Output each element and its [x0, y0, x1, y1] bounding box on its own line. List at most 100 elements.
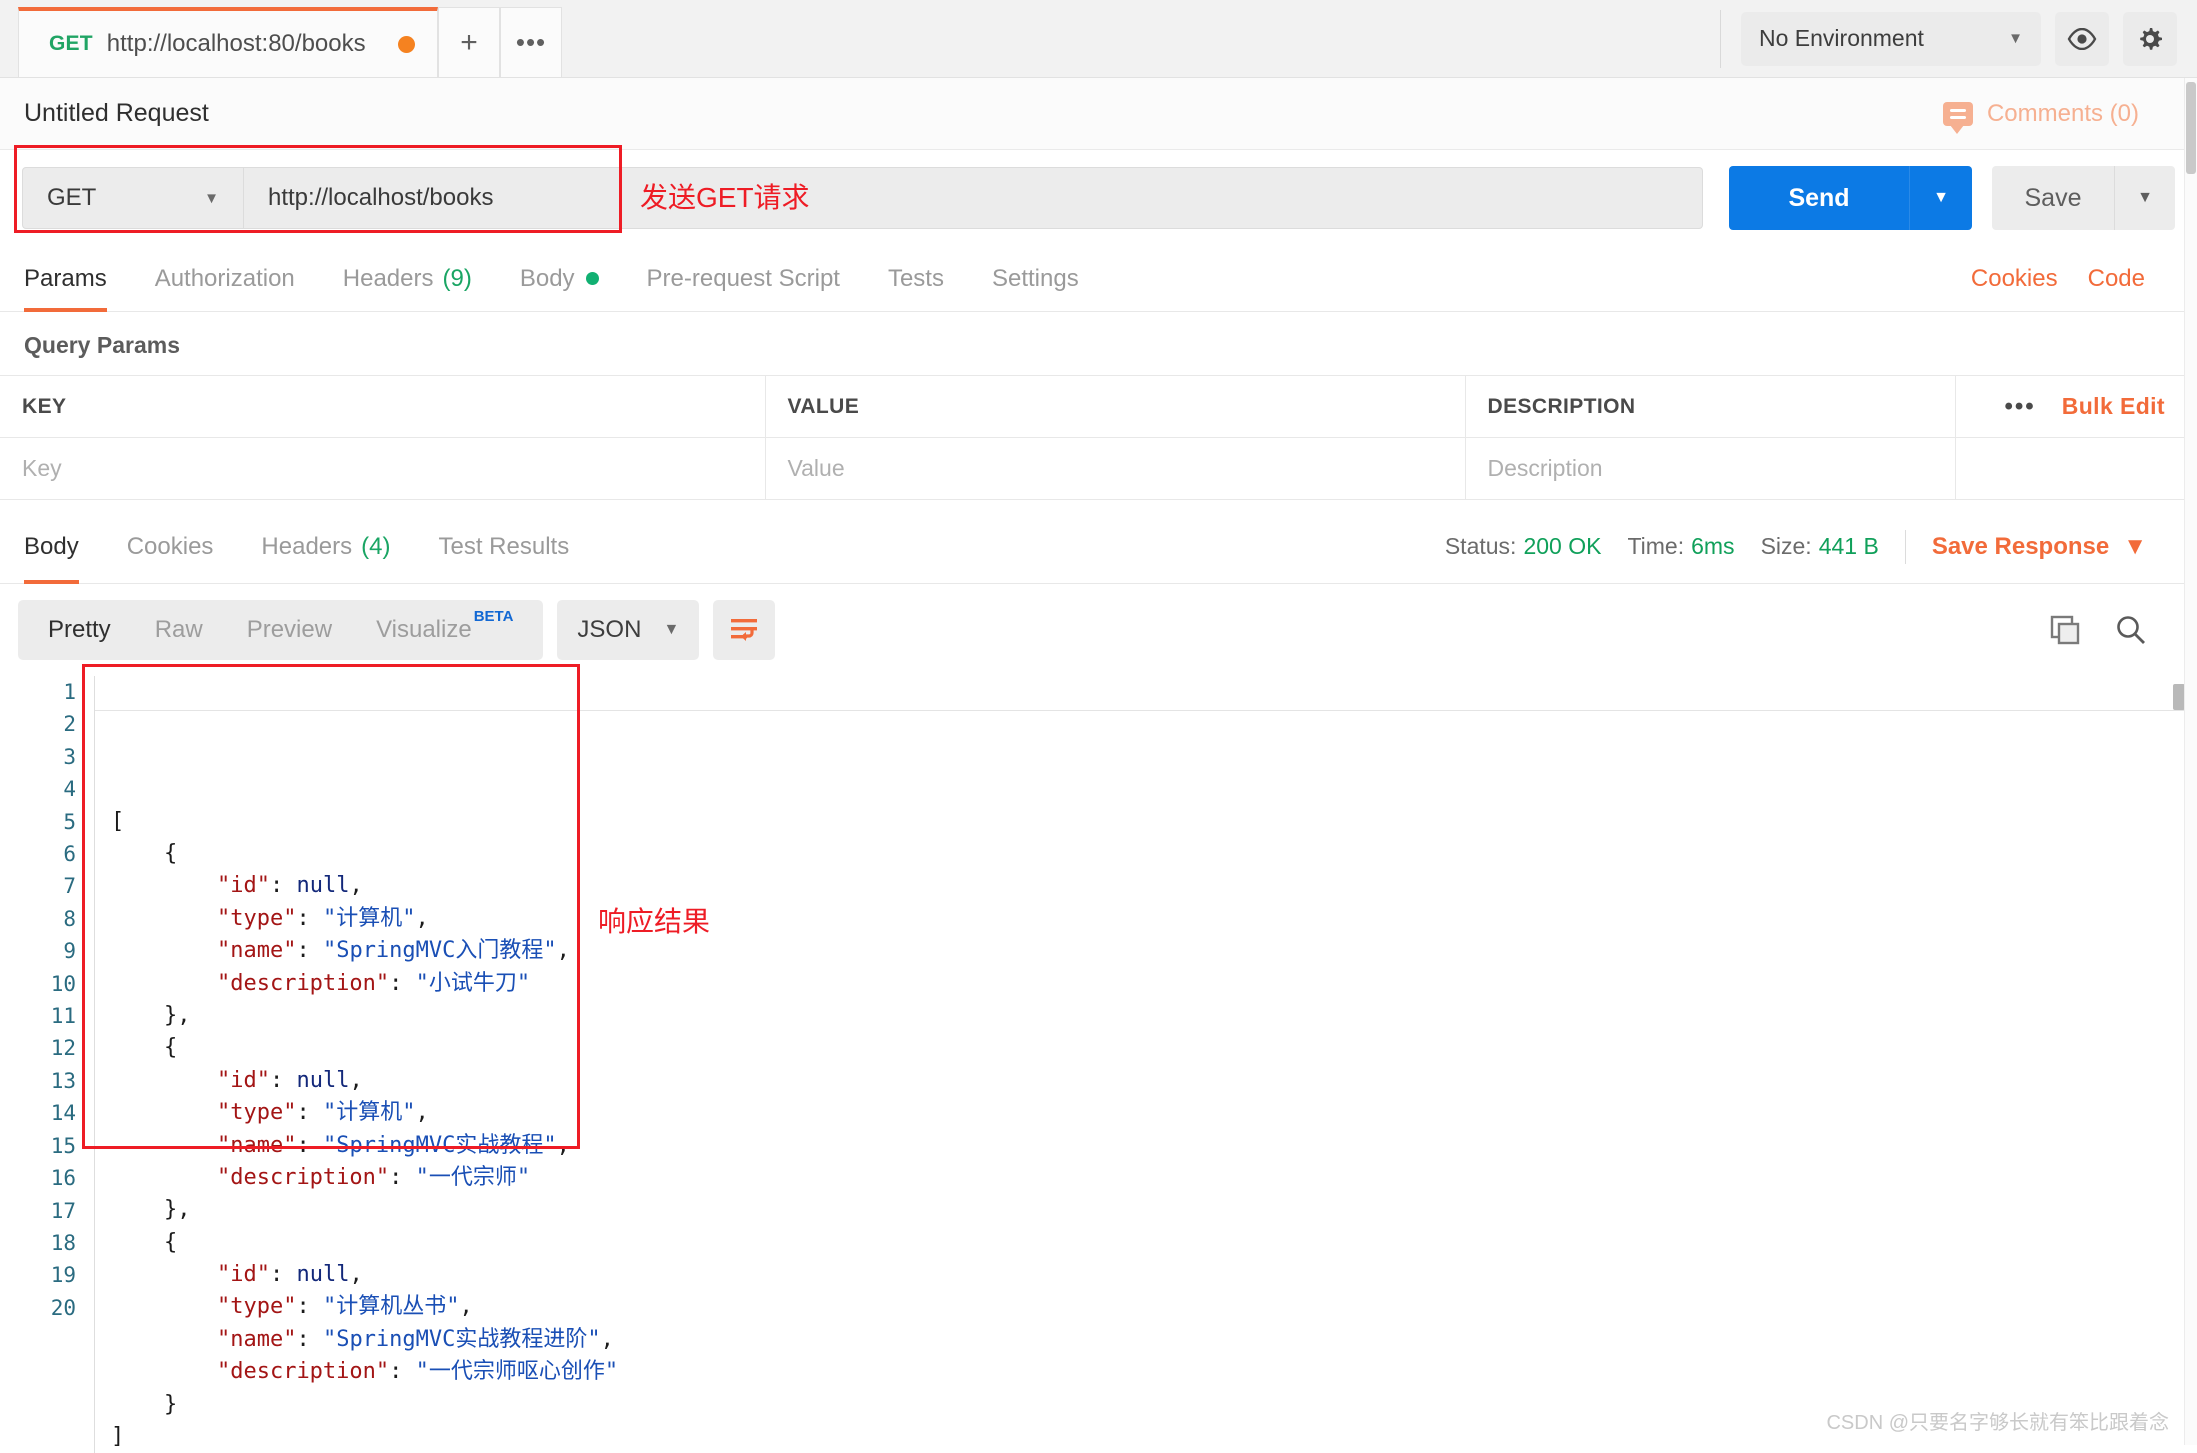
request-tab-params[interactable]: Params — [24, 246, 107, 311]
settings-button[interactable] — [2123, 12, 2177, 66]
code-line: "description": "一代宗师呕心创作" — [111, 1356, 2197, 1388]
code-token: : — [296, 906, 323, 931]
page-title: Untitled Request — [24, 99, 209, 128]
line-number: 9 — [24, 935, 76, 967]
query-params-table: KEY VALUE DESCRIPTION ••• Bulk Edit Key … — [0, 375, 2197, 500]
code-token: , — [415, 1100, 428, 1125]
code-token: { — [111, 1230, 177, 1255]
code-line: { — [111, 838, 2197, 870]
code-token: : — [270, 1068, 297, 1093]
line-number: 4 — [24, 773, 76, 805]
response-tab-body[interactable]: Body — [24, 510, 79, 583]
search-icon[interactable] — [2115, 614, 2147, 646]
code-token — [111, 1327, 217, 1352]
param-value-input[interactable]: Value — [765, 438, 1465, 500]
code-link[interactable]: Code — [2088, 265, 2145, 293]
format-tab-visualize[interactable]: Visualize BETA — [354, 600, 535, 660]
request-tab-settings[interactable]: Settings — [992, 246, 1079, 311]
request-tab-headers[interactable]: Headers (9) — [343, 246, 472, 311]
code-token: , — [459, 1294, 472, 1319]
word-wrap-button[interactable] — [713, 600, 775, 660]
http-method-select[interactable]: GET ▼ — [22, 167, 244, 229]
code-line: "type": "计算机丛书", — [111, 1291, 2197, 1323]
param-key-input[interactable]: Key — [0, 438, 765, 500]
response-tab-body-label: Body — [24, 533, 79, 561]
tab-bar-left: GET http://localhost:80/books + ••• — [0, 0, 562, 77]
page-scrollbar[interactable] — [2184, 78, 2197, 1445]
table-header-row: KEY VALUE DESCRIPTION ••• Bulk Edit — [0, 376, 2197, 438]
save-response-button[interactable]: Save Response ▼ — [1932, 533, 2147, 561]
line-number: 3 — [24, 741, 76, 773]
comment-bubble-icon — [1943, 102, 1973, 126]
request-tab-authorization[interactable]: Authorization — [155, 246, 295, 311]
response-tab-test-results[interactable]: Test Results — [438, 510, 569, 583]
bulk-edit-button[interactable]: Bulk Edit — [2062, 393, 2165, 420]
request-tab-method: GET — [49, 32, 93, 56]
response-tab-cookies[interactable]: Cookies — [127, 510, 214, 583]
toolbar-divider — [1720, 10, 1721, 68]
comments-button[interactable]: Comments (0) — [1943, 100, 2173, 128]
send-button[interactable]: Send — [1729, 166, 1909, 230]
line-number: 11 — [24, 1000, 76, 1032]
format-tab-visualize-label: Visualize — [376, 600, 472, 660]
column-header-key: KEY — [0, 376, 765, 438]
format-tab-raw[interactable]: Raw — [133, 600, 225, 660]
code-token: null — [296, 873, 349, 898]
code-token: "type" — [217, 1100, 296, 1125]
code-token: : — [296, 1133, 323, 1158]
request-tab-links: Cookies Code — [1971, 265, 2173, 293]
send-options-button[interactable]: ▼ — [1909, 166, 1972, 230]
copy-icon[interactable] — [2049, 614, 2081, 646]
save-button[interactable]: Save — [1992, 166, 2114, 230]
code-token: { — [111, 1035, 177, 1060]
code-line: "type": "计算机", — [111, 1097, 2197, 1129]
response-body-code[interactable]: [ { "id": null, "type": "计算机", "name": "… — [94, 676, 2197, 1453]
code-token: "description" — [217, 1359, 389, 1384]
code-token: "SpringMVC实战教程进阶" — [323, 1327, 601, 1352]
url-input[interactable]: http://localhost/books — [244, 167, 1703, 229]
beta-badge: BETA — [474, 600, 514, 634]
environment-selector[interactable]: No Environment ▼ — [1741, 12, 2041, 66]
code-line: { — [111, 1032, 2197, 1064]
code-token: : — [296, 1327, 323, 1352]
code-line: }, — [111, 1000, 2197, 1032]
response-tabs: Body Cookies Headers (4) Test Results St… — [0, 510, 2197, 584]
code-token — [111, 1359, 217, 1384]
code-token: : — [389, 1165, 416, 1190]
response-tab-headers[interactable]: Headers (4) — [261, 510, 390, 583]
query-params-title: Query Params — [0, 312, 2197, 375]
line-number: 6 — [24, 838, 76, 870]
response-tab-headers-label: Headers — [261, 533, 352, 561]
format-tab-pretty[interactable]: Pretty — [26, 600, 133, 660]
format-tab-preview[interactable]: Preview — [225, 600, 354, 660]
params-options-button[interactable]: ••• — [2005, 393, 2036, 421]
tab-bar-right: No Environment ▼ — [1720, 0, 2197, 77]
new-tab-button[interactable]: + — [438, 7, 500, 77]
environment-quick-look-button[interactable] — [2055, 12, 2109, 66]
request-tab-settings-label: Settings — [992, 265, 1079, 293]
code-token — [111, 971, 217, 996]
watermark: CSDN @只要名字够长就有笨比跟着念 — [1826, 1406, 2169, 1435]
code-token: } — [111, 1392, 177, 1417]
request-tab-tests[interactable]: Tests — [888, 246, 944, 311]
param-description-input[interactable]: Description — [1465, 438, 1955, 500]
code-token: , — [557, 1133, 570, 1158]
line-number: 2 — [24, 708, 76, 740]
code-token: , — [349, 1068, 362, 1093]
code-token: ] — [111, 1424, 124, 1449]
tab-options-button[interactable]: ••• — [500, 7, 562, 77]
response-language-select[interactable]: JSON ▼ — [557, 600, 699, 660]
code-token: : — [389, 1359, 416, 1384]
line-number: 18 — [24, 1227, 76, 1259]
request-tab-body[interactable]: Body — [520, 246, 599, 311]
code-line: }, — [111, 1194, 2197, 1226]
request-tab[interactable]: GET http://localhost:80/books — [18, 7, 438, 77]
request-tab-pre-request-script[interactable]: Pre-request Script — [647, 246, 840, 311]
request-title-row: Untitled Request Comments (0) — [0, 78, 2197, 150]
cookies-link[interactable]: Cookies — [1971, 265, 2058, 293]
page-scrollbar-thumb[interactable] — [2186, 82, 2196, 174]
code-token — [111, 1133, 217, 1158]
response-actions — [2049, 614, 2173, 646]
save-options-button[interactable]: ▼ — [2114, 166, 2175, 230]
code-line: "id": null, — [111, 870, 2197, 902]
